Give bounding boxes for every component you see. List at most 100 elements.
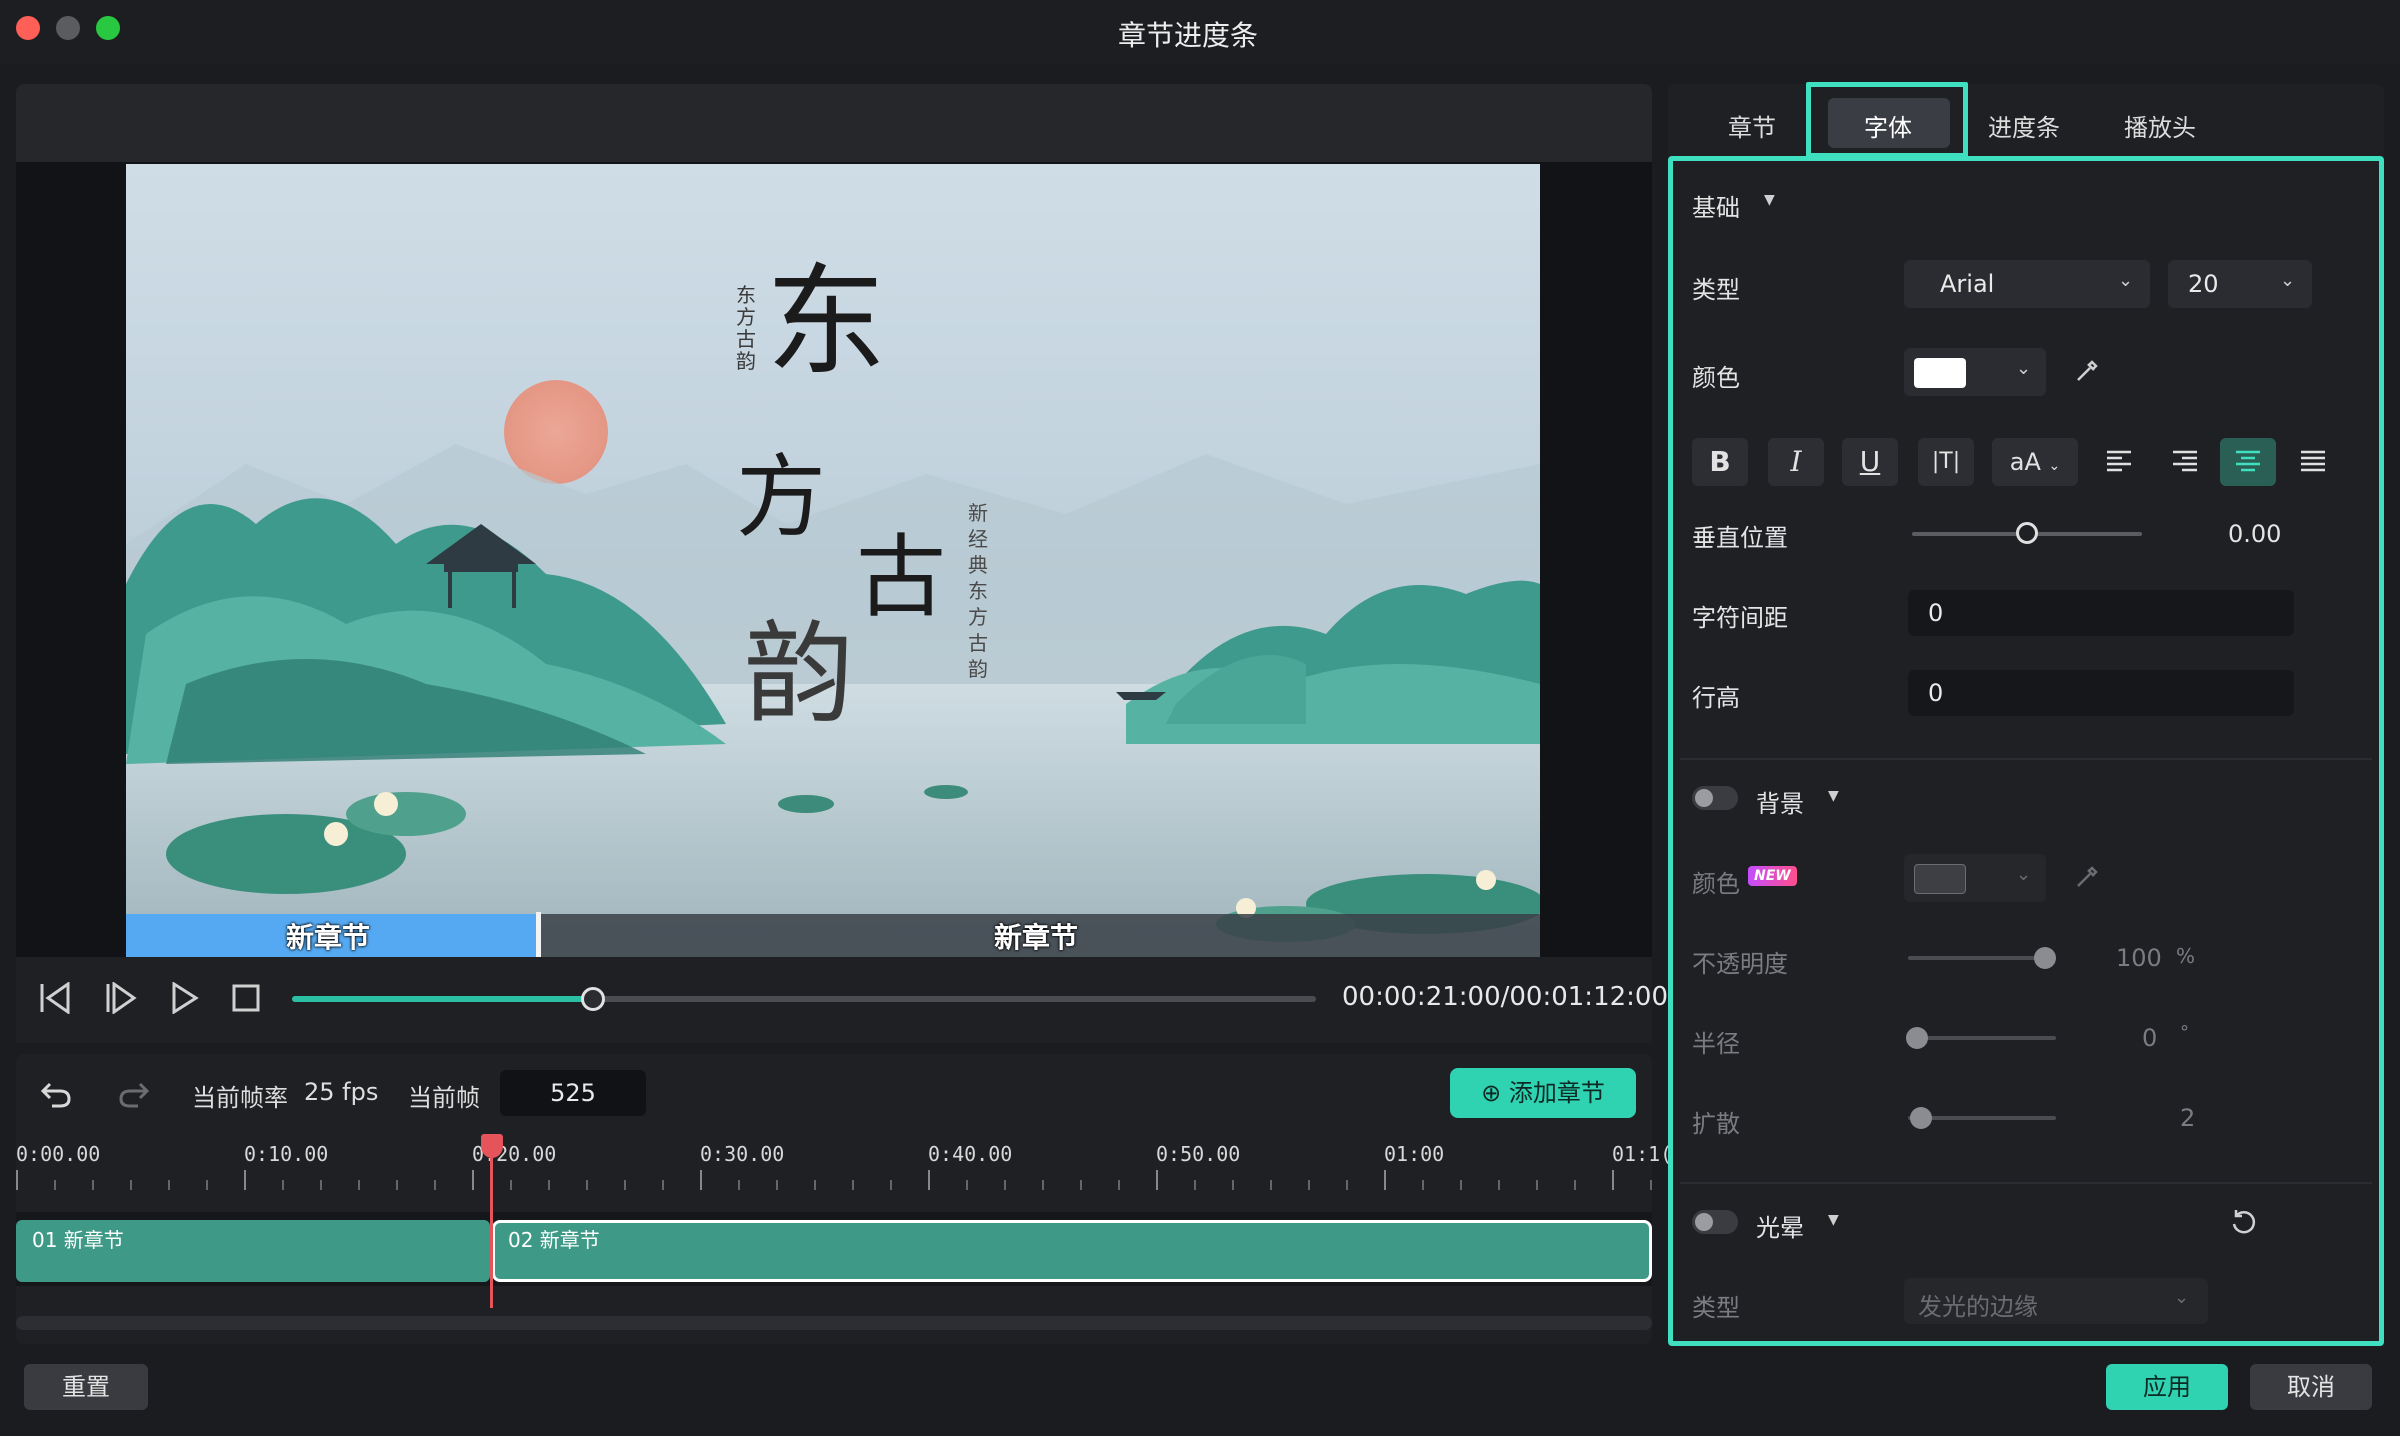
vertical-caption: 新经典东方古韵 — [968, 501, 988, 681]
radius-value: 0 — [2142, 1024, 2158, 1052]
ruler-minor-tick — [548, 1180, 550, 1190]
caret-down-icon[interactable]: ▼ — [1828, 1212, 1839, 1228]
ruler-major-tick — [16, 1170, 18, 1190]
text-case-button[interactable]: aA ⌄ — [1992, 438, 2078, 486]
chevron-down-icon: ⌄ — [2174, 1287, 2190, 1308]
calligraphy-title-4: 韵 — [744, 610, 854, 738]
ruler-major-tick — [244, 1170, 246, 1190]
tab-playhead[interactable]: 播放头 — [2124, 108, 2196, 143]
playhead-handle[interactable] — [481, 1134, 503, 1158]
ruler-major-tick — [1384, 1170, 1386, 1190]
ruler-label: 0:50.00 — [1156, 1142, 1241, 1166]
eyedropper-icon[interactable] — [2074, 864, 2100, 890]
ruler-label: 0:30.00 — [700, 1142, 785, 1166]
section-divider — [1680, 1182, 2372, 1184]
ruler-minor-tick — [1042, 1180, 1044, 1190]
opacity-value: 100 — [2116, 944, 2162, 972]
letter-spacing-icon[interactable]: |T| — [1918, 438, 1974, 486]
playback-progress-fill — [292, 996, 593, 1002]
caret-down-icon[interactable]: ▼ — [1764, 192, 1775, 208]
ruler-label: 01:1( — [1612, 1142, 1673, 1166]
stop-icon[interactable] — [232, 984, 260, 1012]
text-case-icon: aA — [2009, 448, 2041, 476]
apply-button[interactable]: 应用 — [2106, 1364, 2228, 1410]
add-chapter-button[interactable]: ⊕ 添加章节 — [1450, 1068, 1636, 1118]
reset-button[interactable]: 重置 — [24, 1364, 148, 1410]
undo-icon[interactable] — [40, 1078, 72, 1108]
underline-button[interactable]: U — [1842, 438, 1898, 486]
radius-slider-thumb[interactable] — [1906, 1027, 1928, 1049]
glow-toggle[interactable] — [1692, 1210, 1738, 1234]
next-frame-icon[interactable] — [104, 982, 138, 1014]
ruler-minor-tick — [1004, 1180, 1006, 1190]
playhead-line[interactable] — [490, 1134, 493, 1308]
ruler-minor-tick — [1118, 1180, 1120, 1190]
align-center-icon — [2236, 450, 2260, 472]
current-frame-label: 当前帧 — [408, 1084, 480, 1112]
add-chapter-label: 添加章节 — [1508, 1079, 1605, 1107]
ruler-minor-tick — [966, 1180, 968, 1190]
play-icon[interactable] — [170, 982, 200, 1014]
radius-slider[interactable] — [1908, 1036, 2056, 1040]
font-size-select[interactable]: 20 ⌄ — [2168, 260, 2312, 308]
ruler-minor-tick — [1232, 1180, 1234, 1190]
italic-button[interactable]: I — [1768, 438, 1824, 486]
ruler-minor-tick — [206, 1180, 208, 1190]
timeline-scrollbar[interactable] — [16, 1316, 1652, 1330]
glow-type-select[interactable]: 发光的边缘 ⌄ — [1904, 1278, 2208, 1324]
ruler-minor-tick — [890, 1180, 892, 1190]
spread-slider-thumb[interactable] — [1910, 1107, 1932, 1129]
chapter-label-1: 新章节 — [286, 921, 371, 954]
ruler-major-tick — [1156, 1170, 1158, 1190]
ruler-minor-tick — [1270, 1180, 1272, 1190]
basic-section-title: 基础 — [1692, 194, 1740, 222]
ruler-minor-tick — [1498, 1180, 1500, 1190]
chapter-clip-1-label: 01 新章节 — [32, 1228, 124, 1252]
ruler-label: 0:00.00 — [16, 1142, 101, 1166]
previous-frame-icon[interactable] — [38, 982, 72, 1014]
ruler-major-tick — [472, 1170, 474, 1190]
font-color-swatch — [1914, 358, 1966, 388]
redo-icon[interactable] — [118, 1078, 150, 1108]
caret-down-icon[interactable]: ▼ — [1828, 788, 1839, 804]
ruler-minor-tick — [1422, 1180, 1424, 1190]
tab-font[interactable]: 字体 — [1864, 108, 1912, 143]
ruler-minor-tick — [1574, 1180, 1576, 1190]
ruler-minor-tick — [814, 1180, 816, 1190]
tab-chapter[interactable]: 章节 — [1728, 108, 1776, 143]
char-spacing-label: 字符间距 — [1692, 604, 1788, 632]
align-justify-icon[interactable] — [2298, 448, 2328, 476]
bg-color-label: 颜色 — [1692, 870, 1740, 898]
bg-color-picker[interactable]: ⌄ — [1904, 854, 2046, 902]
cancel-button[interactable]: 取消 — [2250, 1364, 2372, 1410]
tab-progress-bar[interactable]: 进度条 — [1988, 108, 2060, 143]
align-left-icon[interactable] — [2104, 448, 2134, 476]
ruler-minor-tick — [54, 1180, 56, 1190]
opacity-unit: % — [2176, 944, 2196, 968]
ruler-minor-tick — [1308, 1180, 1310, 1190]
glow-section-title: 光晕 — [1756, 1214, 1804, 1242]
align-right-icon[interactable] — [2170, 448, 2200, 476]
reset-icon[interactable] — [2230, 1208, 2258, 1236]
opacity-slider[interactable] — [1908, 956, 2046, 960]
ruler-major-tick — [928, 1170, 930, 1190]
ruler-minor-tick — [434, 1180, 436, 1190]
font-color-picker[interactable]: ⌄ — [1904, 348, 2046, 396]
chevron-down-icon: ⌄ — [2280, 270, 2296, 291]
chapter-clip-2[interactable] — [492, 1220, 1652, 1282]
ruler-minor-tick — [92, 1180, 94, 1190]
background-toggle[interactable] — [1692, 786, 1738, 810]
char-spacing-input[interactable]: 0 — [1908, 590, 2294, 636]
align-center-button[interactable] — [2220, 438, 2276, 486]
opacity-slider-thumb[interactable] — [2034, 947, 2056, 969]
current-frame-input[interactable]: 525 — [500, 1070, 646, 1116]
vertical-position-thumb[interactable] — [2016, 522, 2038, 544]
ruler-minor-tick — [738, 1180, 740, 1190]
bold-button[interactable]: B — [1692, 438, 1748, 486]
color-label: 颜色 — [1692, 364, 1740, 392]
glow-type-value: 发光的边缘 — [1918, 1293, 2038, 1321]
line-height-input[interactable]: 0 — [1908, 670, 2294, 716]
playback-progress-thumb[interactable] — [581, 987, 605, 1011]
font-family-select[interactable]: Arial ⌄ — [1904, 260, 2150, 308]
eyedropper-icon[interactable] — [2074, 358, 2100, 384]
